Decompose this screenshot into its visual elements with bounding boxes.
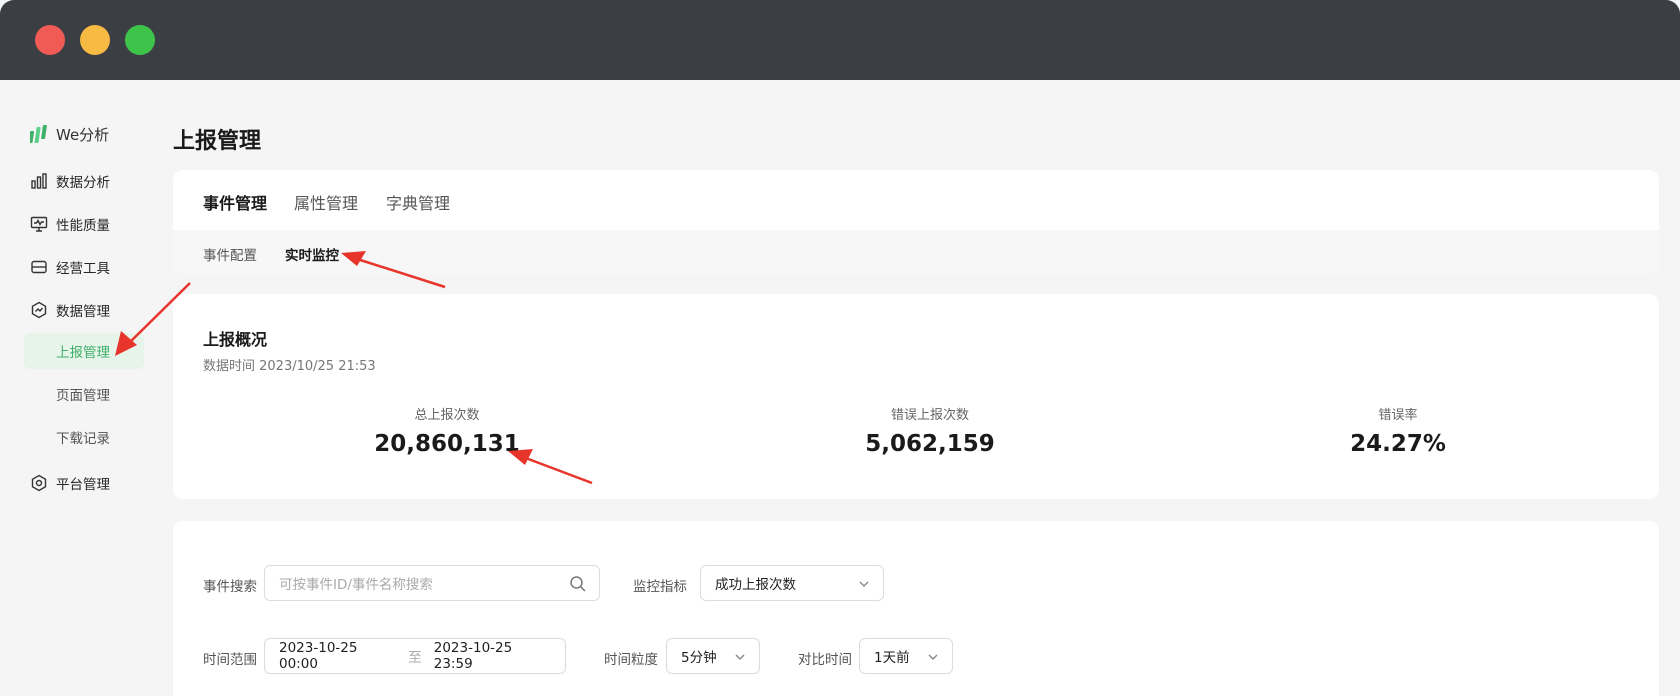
close-window-button[interactable] (35, 25, 65, 55)
time-range-label: 时间范围 (203, 652, 257, 668)
compare-time-label: 对比时间 (798, 652, 852, 668)
subtab-event-config[interactable]: 事件配置 (203, 244, 257, 264)
monitor-icon (30, 216, 48, 232)
chevron-down-icon (859, 581, 869, 587)
chevron-down-icon (735, 654, 745, 660)
sidebar-item-label: 性能质量 (56, 218, 110, 234)
chevron-down-icon (928, 654, 938, 660)
subtab-bar: 事件配置 实时监控 (173, 230, 1659, 274)
sidebar-item-performance[interactable]: 性能质量 (30, 214, 110, 234)
subtab-realtime-monitor[interactable]: 实时监控 (285, 244, 339, 264)
tab-dictionary-management[interactable]: 字典管理 (386, 190, 450, 214)
time-range-end: 2023-10-25 23:59 (433, 640, 513, 672)
hexagon-gear-icon (31, 474, 47, 492)
wallet-icon (31, 260, 47, 274)
filter-card: 事件搜索 可按事件ID/事件名称搜索 监控指标 成功上报次数 时间范围 2023… (173, 521, 1659, 696)
tab-attribute-management[interactable]: 属性管理 (294, 190, 358, 214)
sidebar-subitem-label: 上报管理 (56, 345, 110, 361)
metric-error-rate: 错误率 24.27% (1248, 404, 1548, 457)
monitor-metric-value: 成功上报次数 (715, 577, 796, 593)
brand-logo[interactable]: We分析 (30, 124, 109, 145)
sidebar-item-label: 数据分析 (56, 175, 110, 191)
brand-name: We分析 (56, 126, 110, 144)
monitor-metric-label: 监控指标 (633, 579, 687, 595)
metric-value: 24.27% (1350, 431, 1446, 457)
metric-label: 错误率 (1378, 408, 1418, 423)
bar-chart-icon (31, 173, 47, 189)
event-search-placeholder: 可按事件ID/事件名称搜索 (279, 577, 433, 593)
metric-error-reports: 错误上报次数 5,062,159 (780, 404, 1080, 457)
minimize-window-button[interactable] (80, 25, 110, 55)
overview-title: 上报概况 (203, 330, 268, 349)
time-range-picker[interactable]: 2023-10-25 00:00 至 2023-10-25 23:59 (264, 638, 566, 674)
metric-value: 20,860,131 (374, 431, 520, 457)
sidebar-item-label: 经营工具 (56, 261, 110, 277)
we-analysis-logo-icon (30, 124, 47, 143)
granularity-select[interactable]: 5分钟 (666, 638, 760, 674)
metric-value: 5,062,159 (865, 431, 995, 457)
page-title: 上报管理 (173, 129, 262, 154)
metric-total-reports: 总上报次数 20,860,131 (297, 404, 597, 457)
sidebar-item-label: 平台管理 (56, 477, 110, 493)
time-range-start: 2023-10-25 00:00 (279, 640, 358, 672)
sidebar-subitem-page-management[interactable]: 页面管理 (24, 376, 144, 412)
granularity-value: 5分钟 (681, 650, 717, 666)
overview-data-time: 数据时间 2023/10/25 21:53 (203, 359, 376, 374)
granularity-label: 时间粒度 (604, 652, 658, 668)
compare-time-value: 1天前 (874, 650, 910, 666)
compare-time-select[interactable]: 1天前 (859, 638, 953, 674)
report-overview-card: 上报概况 数据时间 2023/10/25 21:53 总上报次数 20,860,… (173, 294, 1659, 499)
event-search-label: 事件搜索 (203, 579, 257, 595)
maximize-window-button[interactable] (125, 25, 155, 55)
sidebar-subitem-report-management[interactable]: 上报管理 (24, 333, 144, 369)
window-titlebar (0, 0, 1680, 80)
tabs-card: 事件管理 属性管理 字典管理 事件配置 实时监控 (173, 170, 1659, 274)
sidebar-item-data-management[interactable]: 数据管理 (30, 300, 110, 320)
sidebar: We分析 数据分析 性能质量 经营工具 数据管理 上报管理 页面管理 下载记录 (0, 80, 160, 696)
monitor-metric-select[interactable]: 成功上报次数 (700, 565, 884, 601)
search-icon[interactable] (569, 575, 587, 593)
metric-label: 总上报次数 (414, 408, 480, 423)
sidebar-subitem-label: 下载记录 (56, 431, 110, 447)
sidebar-item-business-tools[interactable]: 经营工具 (30, 257, 110, 277)
data-hexagon-icon (31, 301, 47, 319)
time-range-separator: 至 (408, 650, 422, 666)
metric-label: 错误上报次数 (890, 408, 969, 423)
tab-event-management[interactable]: 事件管理 (203, 190, 267, 214)
sidebar-item-data-analysis[interactable]: 数据分析 (30, 171, 110, 191)
sidebar-subitem-label: 页面管理 (56, 388, 110, 404)
event-search-input[interactable]: 可按事件ID/事件名称搜索 (264, 565, 600, 601)
sidebar-item-label: 数据管理 (56, 304, 110, 320)
sidebar-item-platform-management[interactable]: 平台管理 (30, 473, 110, 493)
sidebar-subitem-download-records[interactable]: 下载记录 (24, 419, 144, 455)
